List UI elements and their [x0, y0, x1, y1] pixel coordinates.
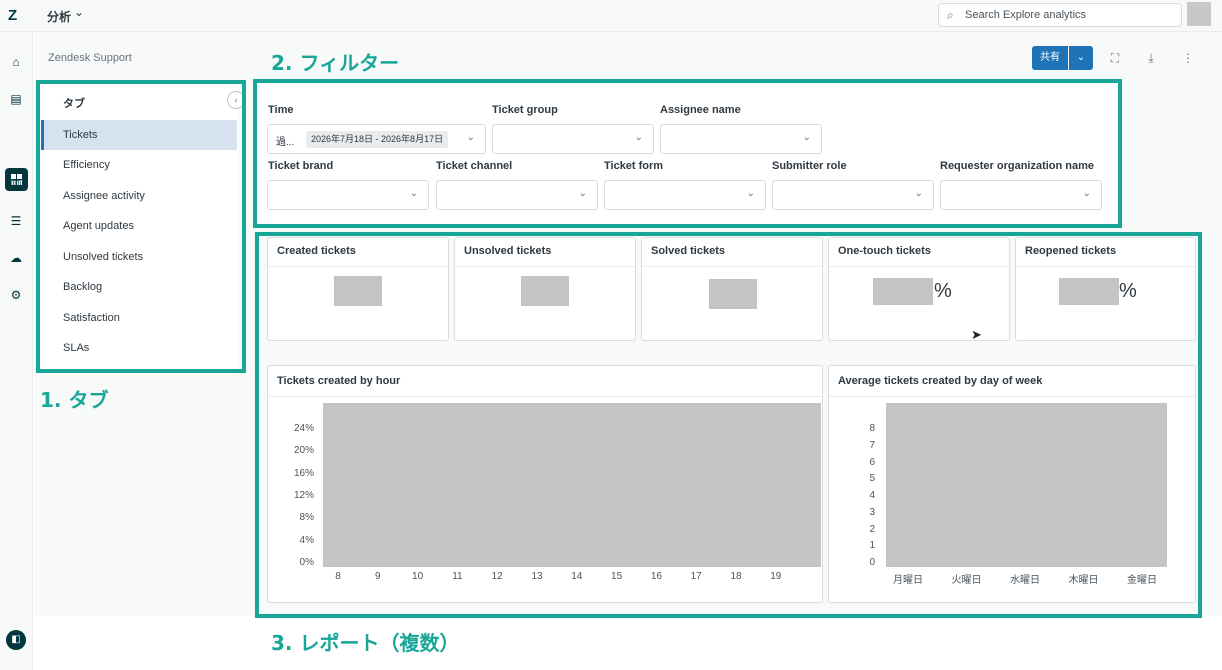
annotation-label-tabs: 1. タブ	[40, 388, 109, 412]
zendesk-logo-icon[interactable]: Z	[8, 7, 26, 25]
product-switcher-label[interactable]: 分析	[47, 8, 71, 25]
reports-icon[interactable]: ▥	[8, 176, 24, 192]
home-icon[interactable]: ⌂	[8, 54, 24, 70]
share-button[interactable]: 共有	[1032, 46, 1068, 70]
download-icon[interactable]: ⤓	[1143, 50, 1159, 66]
search-placeholder: Search Explore analytics	[965, 9, 1087, 21]
breadcrumb: Zendesk Support	[48, 52, 132, 64]
annotation-box-reports	[255, 232, 1202, 618]
cloud-icon[interactable]: ☁	[8, 250, 24, 266]
annotation-label-filters: 2. フィルター	[271, 51, 400, 75]
avatar[interactable]	[1187, 2, 1211, 26]
fullscreen-icon[interactable]: ⛶	[1107, 50, 1123, 66]
top-bar: Z 分析 ⌄ ⌕ Search Explore analytics	[0, 0, 1222, 32]
chevron-down-icon[interactable]: ⌄	[74, 5, 84, 19]
annotation-box-filters	[253, 79, 1122, 228]
datasets-icon[interactable]: ☰	[8, 213, 24, 229]
share-menu-chevron-icon[interactable]: ⌄	[1069, 46, 1093, 70]
gear-icon[interactable]: ⚙	[8, 287, 24, 303]
annotation-label-reports: 3. レポート（複数）	[271, 631, 460, 655]
more-options-icon[interactable]: ⋮	[1180, 50, 1196, 66]
product-tray-icon[interactable]: ◧	[6, 630, 26, 650]
search-input[interactable]: ⌕ Search Explore analytics	[938, 3, 1182, 27]
annotation-box-tabs	[36, 80, 246, 373]
icon-rail: ⌂ ▤ ▥ ☰ ☁ ⚙ ◧	[0, 32, 33, 670]
activity-icon[interactable]: ▤	[8, 91, 24, 107]
search-icon: ⌕	[947, 8, 954, 22]
